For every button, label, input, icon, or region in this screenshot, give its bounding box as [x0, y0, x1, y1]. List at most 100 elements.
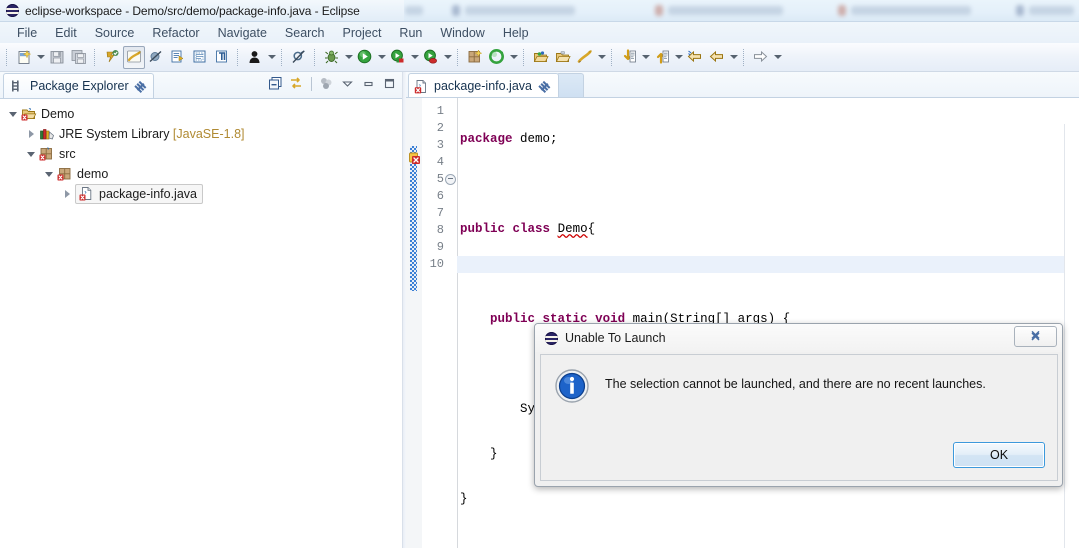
view-menu-arrow-button[interactable]: [339, 75, 356, 92]
tree-item-jre-system-library[interactable]: JRE System Library [JavaSE-1.8]: [0, 124, 402, 144]
run-button[interactable]: [354, 46, 376, 69]
next-edit-button-dropdown[interactable]: [673, 46, 684, 69]
collapse-all-button[interactable]: [267, 75, 284, 92]
next-edit-button[interactable]: [651, 46, 673, 69]
refresh-button-dropdown[interactable]: [508, 46, 519, 69]
folding-ruler[interactable]: [444, 98, 457, 548]
back-button[interactable]: [684, 46, 706, 69]
tree-item-selected[interactable]: package-info.java: [75, 184, 203, 204]
twisty-expanded-icon[interactable]: [24, 144, 38, 164]
external-tools-button-dropdown[interactable]: [442, 46, 453, 69]
background-blur-item: [1016, 5, 1024, 16]
line-number: 7: [436, 206, 444, 220]
previous-edit-button[interactable]: [618, 46, 640, 69]
coverage-button-dropdown[interactable]: [409, 46, 420, 69]
forward-button-dropdown[interactable]: [772, 46, 783, 69]
toggle-mark-occurrences-icon: [106, 50, 119, 63]
chevron-right-icon: [64, 190, 70, 198]
open-task-folder-button[interactable]: [552, 46, 574, 69]
tree-item-src[interactable]: src: [0, 144, 402, 164]
chevron-down-icon: [674, 55, 683, 59]
mark-occurrences-button[interactable]: [101, 46, 123, 69]
save-all-button[interactable]: [68, 46, 90, 69]
menu-item-edit[interactable]: Edit: [46, 24, 86, 42]
show-whitespace-button[interactable]: [211, 46, 233, 69]
close-icon[interactable]: [539, 81, 550, 92]
fold-toggle[interactable]: [444, 171, 457, 188]
tree-item-icon: [38, 126, 55, 142]
dialog-body: The selection cannot be launched, and th…: [540, 354, 1058, 481]
tree-item-content[interactable]: JRE System Library [JavaSE-1.8]: [38, 126, 245, 142]
deactivate-task-button[interactable]: [288, 46, 310, 69]
tree-item-content[interactable]: src: [38, 146, 76, 162]
tree-item-package-info-java[interactable]: package-info.java: [0, 184, 402, 204]
open-task-button-dropdown[interactable]: [266, 46, 277, 69]
minimize-view-button[interactable]: [360, 75, 377, 92]
toolbar-separator: [237, 48, 240, 66]
menu-item-help[interactable]: Help: [494, 24, 538, 42]
back-arrow-icon: [687, 50, 701, 63]
twisty-collapsed-icon[interactable]: [24, 124, 38, 144]
dialog-close-button[interactable]: [1014, 326, 1057, 347]
menu-item-search[interactable]: Search: [276, 24, 334, 42]
back-history-button-dropdown[interactable]: [728, 46, 739, 69]
close-icon[interactable]: [135, 81, 146, 92]
tree-item-demo[interactable]: demo: [0, 164, 402, 184]
project-tree: Demo JRE System Library [JavaSE-1.8] src de…: [0, 99, 402, 204]
minimize-icon: [364, 81, 373, 87]
menu-item-navigate[interactable]: Navigate: [209, 24, 276, 42]
open-type-button[interactable]: [530, 46, 552, 69]
back-history-button[interactable]: [706, 46, 728, 69]
coverage-button[interactable]: [387, 46, 409, 69]
tab-package-info-java[interactable]: package-info.java: [408, 73, 559, 98]
back-yellow-arrow-icon: [709, 50, 723, 63]
save-button[interactable]: [46, 46, 68, 69]
open-task-button[interactable]: [244, 46, 266, 69]
new-class-button-dropdown[interactable]: [596, 46, 607, 69]
twisty-expanded-icon[interactable]: [42, 164, 56, 184]
run-button-dropdown[interactable]: [376, 46, 387, 69]
maximize-view-button[interactable]: [381, 75, 398, 92]
skip-breakpoints-icon: [149, 50, 162, 63]
tree-item-content[interactable]: Demo: [20, 106, 74, 122]
skip-all-breakpoints-button[interactable]: [145, 46, 167, 69]
external-tools-button[interactable]: [420, 46, 442, 69]
new-package-button[interactable]: [464, 46, 486, 69]
twisty-collapsed-icon[interactable]: [60, 184, 74, 204]
chevron-down-icon: [443, 55, 452, 59]
error-marker[interactable]: [407, 152, 422, 167]
tab-package-explorer[interactable]: Package Explorer: [3, 73, 154, 98]
refresh-button[interactable]: [486, 46, 508, 69]
new-class-button[interactable]: [574, 46, 596, 69]
tree-item-demo[interactable]: Demo: [0, 104, 402, 124]
menu-item-file[interactable]: File: [8, 24, 46, 42]
next-annotation-button[interactable]: [167, 46, 189, 69]
toggle-annotation-button[interactable]: [123, 45, 145, 69]
overview-ruler[interactable]: [1064, 124, 1079, 548]
tree-item-content[interactable]: demo: [56, 166, 108, 182]
view-menu-button[interactable]: [318, 75, 335, 92]
main-toolbar: [0, 43, 1079, 72]
line-number: 3: [436, 138, 444, 152]
menu-item-window[interactable]: Window: [431, 24, 493, 42]
menu-item-source[interactable]: Source: [86, 24, 144, 42]
menu-item-project[interactable]: Project: [334, 24, 391, 42]
link-with-editor-button[interactable]: [288, 75, 305, 92]
twisty-expanded-icon[interactable]: [6, 104, 20, 124]
menu-item-refactor[interactable]: Refactor: [143, 24, 208, 42]
block-selection-button[interactable]: [189, 46, 211, 69]
new-button[interactable]: [13, 46, 35, 69]
previous-edit-button-dropdown[interactable]: [640, 46, 651, 69]
line-number: 9: [436, 240, 444, 254]
new-button-dropdown[interactable]: [35, 46, 46, 69]
menu-item-run[interactable]: Run: [390, 24, 431, 42]
toolbar-separator: [743, 48, 746, 66]
ok-button[interactable]: OK: [953, 442, 1045, 468]
forward-button[interactable]: [750, 46, 772, 69]
collapse-all-icon: [269, 77, 282, 90]
tree-item-label: Demo: [41, 107, 75, 121]
tree-item-label: src: [59, 147, 76, 161]
debug-button-dropdown[interactable]: [343, 46, 354, 69]
debug-button[interactable]: [321, 46, 343, 69]
